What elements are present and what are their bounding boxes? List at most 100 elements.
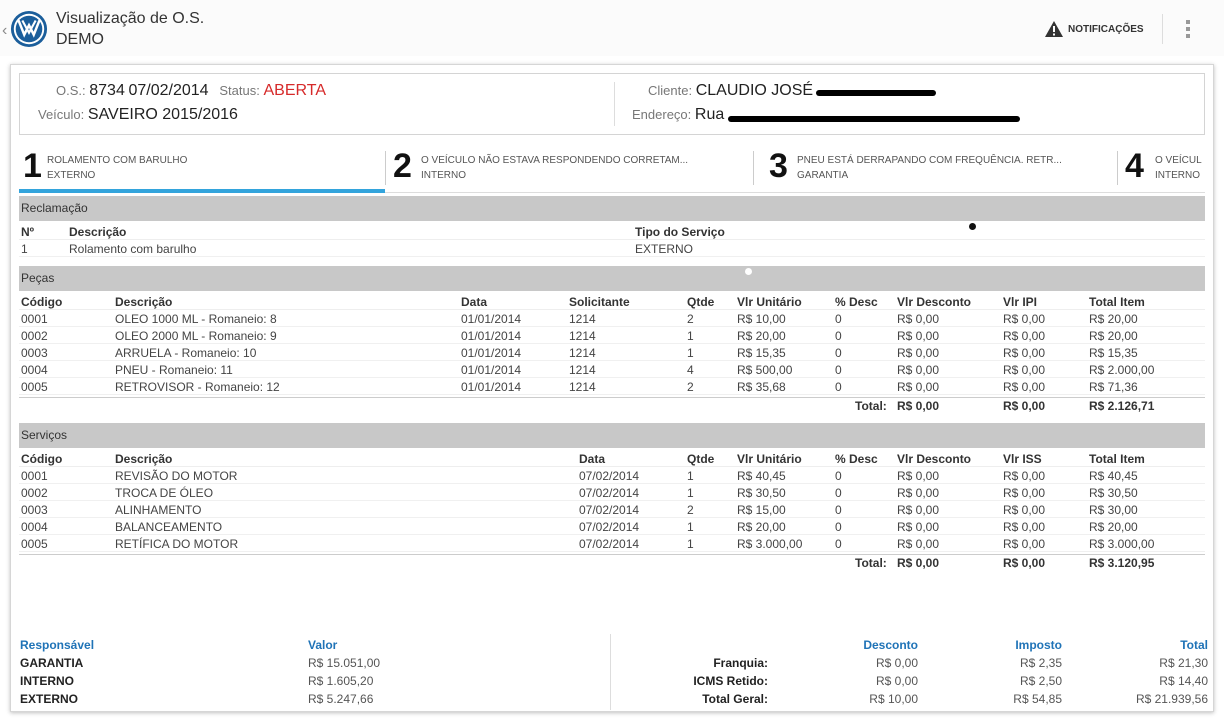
responsavel-value: R$ 15.051,00 — [308, 656, 381, 670]
cell: EXTERNO — [635, 242, 694, 256]
table-row[interactable]: 0001 REVISÃO DO MOTOR 07/02/2014 1 R$ 40,45 0… — [19, 468, 1205, 484]
column-header: Qtde — [687, 295, 715, 309]
cell: R$ 0,00 — [897, 363, 940, 377]
table-row[interactable]: 0003 ALINHAMENTO 07/02/2014 2 R$ 15,00 0 R$ 0,… — [19, 502, 1205, 518]
step-4[interactable]: 4 O VEÍCUL INTERNO — [1119, 145, 1205, 191]
cell: R$ 0,00 — [897, 346, 940, 360]
cell: 0001 — [21, 469, 48, 483]
cell: R$ 0,00 — [1003, 537, 1046, 551]
cell: ALINHAMENTO — [115, 503, 202, 517]
total-iss: R$ 0,00 — [1003, 556, 1046, 570]
cell: BALANCEAMENTO — [115, 520, 223, 534]
cell: 0 — [835, 537, 842, 551]
cell: 0004 — [21, 363, 48, 377]
step-title: PNEU ESTÁ DERRAPANDO COM FREQUÊNCIA. RET… — [797, 155, 1062, 166]
cell: 0 — [835, 346, 842, 360]
cell: R$ 0,00 — [1003, 380, 1046, 394]
responsavel-name: EXTERNO — [20, 692, 79, 706]
table-row[interactable]: 0005 RETÍFICA DO MOTOR 07/02/2014 1 R$ 3.000… — [19, 536, 1205, 552]
column-header: Tipo do Serviço — [635, 225, 725, 239]
cell: R$ 10,00 — [737, 312, 786, 326]
chevron-left-icon[interactable]: ‹ — [2, 22, 7, 40]
cell: 0 — [835, 520, 842, 534]
step-number: 3 — [769, 147, 788, 185]
cell: R$ 0,00 — [1003, 329, 1046, 343]
table-row[interactable]: 0004 BALANCEAMENTO 07/02/2014 1 R$ 20,00 0 R$ … — [19, 519, 1205, 535]
column-header: Descrição — [115, 452, 173, 466]
total-row-imposto: R$ 54,85 — [1013, 692, 1062, 706]
cell: 2 — [687, 312, 694, 326]
notifications-button[interactable]: NOTIFICAÇÕES — [1044, 20, 1144, 38]
column-header: Solicitante — [569, 295, 630, 309]
notifications-label: NOTIFICAÇÕES — [1068, 23, 1144, 35]
cell: R$ 0,00 — [897, 329, 940, 343]
total-label: Total: — [855, 556, 887, 570]
cell: 1214 — [569, 312, 596, 326]
column-header: Código — [21, 295, 63, 309]
step-number: 1 — [23, 147, 42, 185]
cell: R$ 0,00 — [897, 486, 940, 500]
section-servicos: Serviços — [19, 423, 1205, 448]
step-3[interactable]: 3 PNEU ESTÁ DERRAPANDO COM FREQUÊNCIA. R… — [755, 145, 1115, 191]
cell: 0 — [835, 469, 842, 483]
cell: R$ 0,00 — [1003, 363, 1046, 377]
cell: R$ 0,00 — [897, 312, 940, 326]
cell: 0 — [835, 486, 842, 500]
cell: OLEO 2000 ML - Romaneio: 9 — [115, 329, 277, 343]
cell: 1214 — [569, 380, 596, 394]
total-row-desconto: R$ 10,00 — [869, 692, 918, 706]
address-line: Endereço: Rua — [632, 106, 724, 124]
vehicle-line: Veículo: SAVEIRO 2015/2016 — [38, 106, 238, 124]
cell: RETROVISOR - Romaneio: 12 — [115, 380, 280, 394]
cell: R$ 0,00 — [897, 469, 940, 483]
cell: 1 — [687, 346, 694, 360]
cell: 0002 — [21, 486, 48, 500]
cell: R$ 0,00 — [1003, 312, 1046, 326]
step-2[interactable]: 2 O VEÍCULO NÃO ESTAVA RESPONDENDO CORRE… — [387, 145, 751, 191]
status-badge: ABERTA — [263, 82, 327, 99]
cell: 1214 — [569, 346, 596, 360]
cell: 0003 — [21, 346, 48, 360]
cell: 1 — [687, 537, 694, 551]
table-row[interactable]: 0003 ARRUELA - Romaneio: 10 01/01/2014 1214… — [19, 345, 1205, 361]
table-row[interactable]: 0002 TROCA DE ÓLEO 07/02/2014 1 R$ 30,50 0 R$ … — [19, 485, 1205, 501]
cell: 2 — [687, 380, 694, 394]
cell: REVISÃO DO MOTOR — [115, 469, 238, 483]
column-header: Vlr Unitário — [737, 295, 802, 309]
total-row-label: ICMS Retido: — [693, 674, 768, 688]
servicos-total-row: Total: R$ 0,00 R$ 0,00 R$ 3.120,95 — [19, 554, 1205, 570]
table-row[interactable]: 1 Rolamento com barulho EXTERNO — [19, 241, 1205, 257]
os-header: O.S.: 8734 07/02/2014 Status: ABERTA Veí… — [19, 73, 1205, 135]
cell: 07/02/2014 — [579, 469, 640, 483]
cell: R$ 2.000,00 — [1089, 363, 1155, 377]
warning-icon — [1045, 21, 1063, 37]
column-header: Descrição — [115, 295, 173, 309]
total-header: Total — [1180, 638, 1208, 652]
total-desconto: R$ 0,00 — [897, 556, 940, 570]
cell: 0005 — [21, 537, 48, 551]
page-title: Visualização de O.S. — [56, 10, 205, 27]
vw-logo-icon[interactable] — [10, 10, 48, 48]
section-reclamacao: Reclamação — [19, 196, 1205, 221]
cell: 01/01/2014 — [461, 363, 522, 377]
cell: 07/02/2014 — [579, 486, 640, 500]
cell: R$ 0,00 — [897, 537, 940, 551]
cell: 1 — [687, 329, 694, 343]
cell: 0002 — [21, 329, 48, 343]
total-row-total: R$ 14,40 — [1159, 674, 1208, 688]
cell: 1214 — [569, 329, 596, 343]
cell: R$ 500,00 — [737, 363, 793, 377]
cell: R$ 0,00 — [1003, 503, 1046, 517]
overflow-menu-icon[interactable] — [1184, 18, 1192, 42]
divider — [753, 151, 754, 185]
table-row[interactable]: 0002 OLEO 2000 ML - Romaneio: 9 01/01/2014… — [19, 328, 1205, 344]
os-number: 8734 — [89, 82, 125, 99]
table-row[interactable]: 0001 OLEO 1000 ML - Romaneio: 8 01/01/2014… — [19, 311, 1205, 327]
table-row[interactable]: 0004 PNEU - Romaneio: 11 01/01/2014 1214 4 R$… — [19, 362, 1205, 378]
table-row[interactable]: 0005 RETROVISOR - Romaneio: 12 01/01/2014 1… — [19, 379, 1205, 395]
column-header: Nº — [21, 225, 35, 239]
column-header: Vlr Unitário — [737, 452, 802, 466]
total-row-label: Total Geral: — [702, 692, 768, 706]
step-1[interactable]: 1 ROLAMENTO COM BARULHO EXTERNO — [19, 145, 385, 191]
cell: 01/01/2014 — [461, 329, 522, 343]
